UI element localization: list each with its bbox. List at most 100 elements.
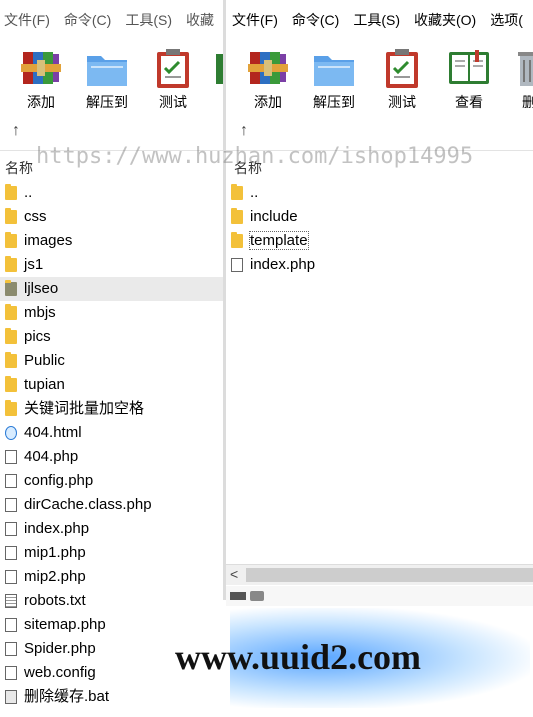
menu-file[interactable]: 文件(F) — [232, 10, 278, 30]
extract-to-button[interactable]: 解压到 — [74, 42, 140, 112]
left-toolbar: 添加 解压到 测试 — [0, 42, 224, 116]
file-name: 关键词批量加空格 — [24, 400, 145, 417]
file-name: js1 — [24, 256, 44, 273]
file-list-item[interactable]: Public — [0, 349, 224, 373]
file-name: css — [24, 208, 47, 225]
file-list-item[interactable]: 404.html — [0, 421, 224, 445]
add-button[interactable]: 添加 — [235, 42, 301, 112]
winrar-add-icon — [19, 46, 63, 90]
file-icon — [5, 474, 17, 488]
file-list-item[interactable]: template — [226, 229, 533, 253]
folder-icon — [5, 208, 17, 224]
file-name: web.config — [24, 664, 96, 681]
file-name: ljlseo — [24, 280, 59, 297]
folder-icon — [5, 184, 17, 200]
file-name: 404.php — [24, 448, 79, 465]
file-list-item[interactable]: tupian — [0, 373, 224, 397]
scrollbar-thumb[interactable] — [246, 568, 533, 582]
menu-file[interactable]: 文件(F) — [4, 10, 50, 30]
right-toolbar: 添加 解压到 测试 查看 删 — [226, 42, 533, 116]
menu-command[interactable]: 命令(C) — [64, 10, 111, 30]
trash-icon — [510, 46, 533, 90]
extract-to-label: 解压到 — [86, 94, 128, 110]
file-name: include — [250, 208, 298, 225]
extract-to-label: 解压到 — [313, 94, 355, 110]
left-window: 文件(F) 命令(C) 工具(S) 收藏 添加 解压到 测试 ↑ 名称 .. c… — [0, 0, 224, 717]
file-list-item[interactable]: index.php — [226, 253, 533, 277]
text-file-icon — [5, 594, 17, 608]
folder-icon — [231, 232, 243, 248]
file-list-item[interactable]: dirCache.class.php — [0, 493, 224, 517]
add-button[interactable]: 添加 — [8, 42, 74, 112]
file-name: index.php — [24, 520, 90, 537]
column-header-name[interactable]: 名称 — [5, 158, 33, 178]
file-name: sitemap.php — [24, 616, 106, 633]
file-list-item[interactable]: index.php — [0, 517, 224, 541]
view-button[interactable]: 查看 — [436, 42, 502, 112]
right-file-list: .. include template index.php — [226, 181, 533, 277]
file-list-item[interactable]: mbjs — [0, 301, 224, 325]
menu-tools[interactable]: 工具(S) — [353, 10, 400, 30]
file-icon — [5, 522, 17, 536]
file-name: tupian — [24, 376, 65, 393]
scroll-left-icon[interactable]: < — [230, 566, 238, 582]
file-name: config.php — [24, 472, 94, 489]
menu-favorites[interactable]: 收藏 — [186, 10, 214, 30]
up-arrow-icon[interactable]: ↑ — [12, 122, 20, 140]
left-menubar: 文件(F) 命令(C) 工具(S) 收藏 — [4, 10, 224, 32]
file-list-item[interactable]: robots.txt — [0, 589, 224, 613]
file-list-item[interactable]: 删除缓存.bat — [0, 685, 224, 709]
html-file-icon — [5, 426, 17, 440]
test-label: 测试 — [388, 94, 416, 110]
url-watermark: https://www.huzhan.com/ishop14995 — [36, 144, 474, 169]
file-list-item[interactable]: css — [0, 205, 224, 229]
file-name: .. — [250, 184, 259, 201]
folder-icon — [5, 280, 17, 296]
file-list-item[interactable]: sitemap.php — [0, 613, 224, 637]
file-icon — [5, 570, 17, 584]
file-list-item[interactable]: include — [226, 205, 533, 229]
file-list-item[interactable]: mip2.php — [0, 565, 224, 589]
file-name: index.php — [250, 256, 316, 273]
file-list-item[interactable]: .. — [226, 181, 533, 205]
test-button[interactable]: 测试 — [140, 42, 206, 112]
view-button-partial[interactable] — [206, 42, 224, 90]
file-name: pics — [24, 328, 51, 345]
add-label: 添加 — [27, 94, 55, 110]
menu-favorites[interactable]: 收藏夹(O) — [414, 10, 476, 30]
menu-tools[interactable]: 工具(S) — [125, 10, 172, 30]
view-label: 查看 — [455, 94, 483, 110]
clipboard-check-icon — [151, 46, 195, 90]
file-list-item[interactable]: images — [0, 229, 224, 253]
file-name: dirCache.class.php — [24, 496, 152, 513]
folder-icon — [5, 376, 17, 392]
folder-extract-icon — [85, 46, 129, 90]
file-list-item[interactable]: config.php — [0, 469, 224, 493]
horizontal-scrollbar[interactable]: < — [226, 564, 533, 585]
delete-button[interactable]: 删 — [502, 42, 533, 112]
file-icon — [5, 618, 17, 632]
file-list-item[interactable]: js1 — [0, 253, 224, 277]
test-button[interactable]: 测试 — [369, 42, 435, 112]
test-label: 测试 — [159, 94, 187, 110]
folder-icon — [5, 304, 17, 320]
file-icon — [231, 258, 243, 272]
file-icon — [5, 666, 17, 680]
menu-options[interactable]: 选项( — [490, 10, 523, 30]
file-list-item[interactable]: .. — [0, 181, 224, 205]
up-arrow-icon[interactable]: ↑ — [240, 122, 248, 140]
file-name: mbjs — [24, 304, 56, 321]
status-bar — [226, 586, 533, 606]
add-label: 添加 — [254, 94, 282, 110]
menu-command[interactable]: 命令(C) — [292, 10, 339, 30]
file-list-item[interactable]: mip1.php — [0, 541, 224, 565]
file-list-item[interactable]: pics — [0, 325, 224, 349]
folder-icon — [5, 232, 17, 248]
folder-icon — [5, 352, 17, 368]
file-name: Spider.php — [24, 640, 96, 657]
extract-to-button[interactable]: 解压到 — [301, 42, 367, 112]
file-list-item[interactable]: 404.php — [0, 445, 224, 469]
file-list-item[interactable]: 关键词批量加空格 — [0, 397, 224, 421]
file-list-item[interactable]: ljlseo — [0, 277, 224, 301]
file-name: .. — [24, 184, 33, 201]
